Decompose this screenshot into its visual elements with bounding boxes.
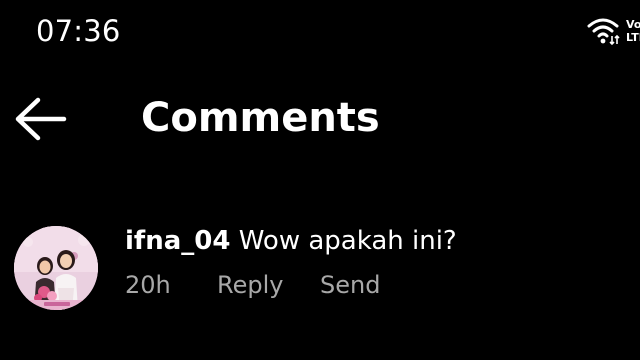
comment-text: Wow apakah ini? xyxy=(238,226,457,256)
back-button[interactable] xyxy=(12,94,70,144)
comment-text-line: ifna_04 Wow apakah ini? xyxy=(125,223,625,259)
avatar-image xyxy=(14,226,98,310)
comments-screen: 07:36 Vo LTE Comments xyxy=(0,0,640,360)
arrow-left-icon xyxy=(15,97,67,141)
lte-label: LTE xyxy=(626,31,640,44)
page-title: Comments xyxy=(141,95,380,141)
avatar[interactable] xyxy=(14,226,98,310)
status-bar: 07:36 Vo LTE xyxy=(0,0,640,64)
status-icons: Vo LTE xyxy=(586,14,640,48)
send-button[interactable]: Send xyxy=(320,269,380,301)
reply-button[interactable]: Reply xyxy=(217,269,320,301)
comment-item: ifna_04 Wow apakah ini? 20h Reply Send xyxy=(0,220,640,320)
volte-label: Vo xyxy=(626,18,640,31)
comment-username[interactable]: ifna_04 xyxy=(125,226,230,256)
status-time: 07:36 xyxy=(36,14,121,48)
network-type-badge: Vo LTE xyxy=(626,18,640,44)
wifi-icon xyxy=(587,18,620,46)
header: Comments xyxy=(0,84,640,154)
comment-timestamp: 20h xyxy=(125,271,171,299)
comment-actions: 20h Reply Send xyxy=(125,269,625,301)
comment-body: ifna_04 Wow apakah ini? 20h Reply Send xyxy=(125,223,625,301)
